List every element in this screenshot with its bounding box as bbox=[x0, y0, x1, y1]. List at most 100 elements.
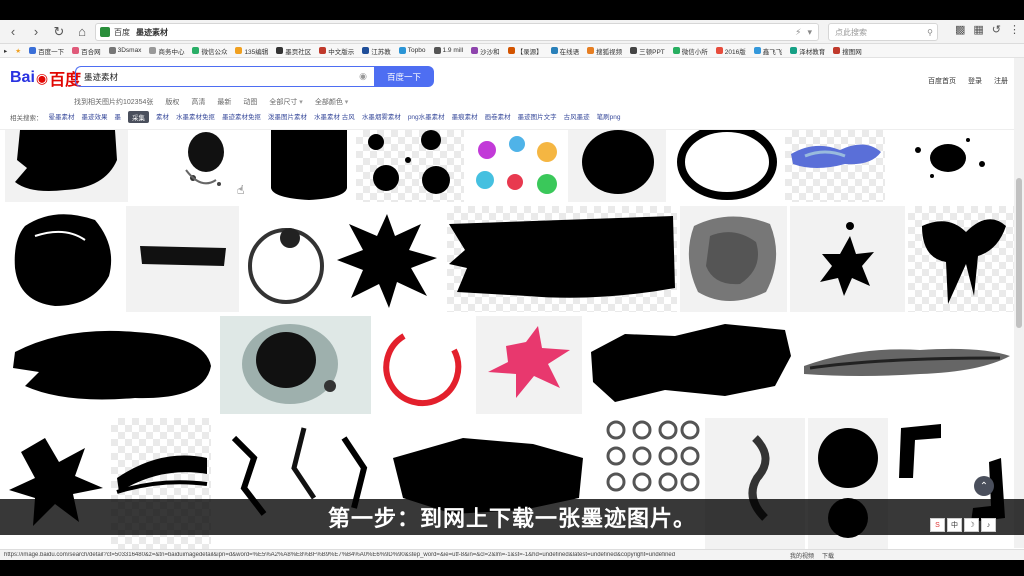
header-link-home[interactable]: 百度首页 bbox=[928, 76, 956, 86]
bookmark-item[interactable]: 1.9 mill bbox=[433, 46, 463, 56]
result-image[interactable] bbox=[242, 206, 328, 312]
bookmark-item[interactable]: 沙沙和 bbox=[471, 46, 500, 56]
bookmark-item[interactable]: Topbo bbox=[398, 46, 426, 56]
result-image[interactable] bbox=[467, 130, 565, 202]
status-download[interactable]: 下载 bbox=[822, 551, 834, 560]
result-image[interactable] bbox=[888, 130, 1014, 202]
bookmark-item[interactable]: 商务中心 bbox=[149, 46, 184, 56]
ime-sound-icon[interactable]: ♪ bbox=[981, 518, 996, 532]
result-image[interactable] bbox=[220, 316, 371, 414]
back-icon[interactable]: ‹ bbox=[3, 22, 23, 42]
lightning-icon[interactable]: ⚡ bbox=[795, 27, 801, 38]
bookmark-item[interactable]: 泽材教育 bbox=[790, 46, 825, 56]
search-input[interactable]: 墨迹素材 ◉ bbox=[75, 66, 375, 87]
bookmark-item[interactable]: 鑫飞飞 bbox=[753, 46, 782, 56]
filter-option[interactable]: 动图 bbox=[243, 97, 257, 107]
result-image[interactable] bbox=[568, 130, 666, 202]
collect-button[interactable]: 采集 bbox=[128, 111, 149, 123]
bookmark-item[interactable]: 搜狐视频 bbox=[587, 46, 622, 56]
result-image[interactable] bbox=[265, 130, 353, 202]
bookmark-item[interactable]: 2016版 bbox=[715, 46, 746, 56]
bookmark-item[interactable]: 微信公众 bbox=[192, 46, 227, 56]
related-search-link[interactable]: 墨迹效果 bbox=[82, 111, 108, 123]
search-button[interactable]: 百度一下 bbox=[374, 66, 434, 87]
bookmark-label: 百合网 bbox=[81, 48, 101, 56]
related-search-link[interactable]: png水墨素材 bbox=[408, 111, 445, 123]
bookmark-item[interactable]: 搜图网 bbox=[833, 46, 862, 56]
related-search-link[interactable]: 泼墨图片素材 bbox=[268, 111, 307, 123]
result-image[interactable] bbox=[5, 130, 128, 202]
filter-option[interactable]: 版权 bbox=[165, 97, 179, 107]
result-image[interactable] bbox=[356, 130, 464, 202]
page-tab-title: 墨迹素材 bbox=[136, 27, 168, 37]
back-to-top-button[interactable]: ⌃ bbox=[974, 476, 994, 496]
related-search-link[interactable]: 水墨素材 古风 bbox=[314, 111, 355, 123]
search-icon[interactable]: ⚲ bbox=[927, 28, 937, 37]
related-search-link[interactable]: 晕墨素材 bbox=[49, 111, 75, 123]
filter-dropdown[interactable]: 全部尺寸 bbox=[269, 97, 302, 107]
header-link-login[interactable]: 登录 bbox=[968, 76, 982, 86]
bookmark-item[interactable]: 墨页社区 bbox=[276, 46, 311, 56]
related-search-link[interactable]: 水墨烟雾素材 bbox=[362, 111, 401, 123]
bookmark-item[interactable]: 中文版示 bbox=[319, 46, 354, 56]
result-image[interactable] bbox=[908, 206, 1014, 312]
result-image[interactable] bbox=[374, 316, 473, 414]
sidebar-toggle-icon[interactable]: ▸ bbox=[4, 47, 7, 55]
result-image[interactable] bbox=[447, 206, 677, 312]
result-image[interactable] bbox=[785, 130, 885, 202]
extension-icon[interactable]: ▩ bbox=[955, 23, 965, 36]
bookmark-item[interactable]: 江苏教 bbox=[362, 46, 391, 56]
chevron-down-icon[interactable]: ▾ bbox=[807, 27, 812, 38]
bookmark-item[interactable]: 3Dsmax bbox=[108, 46, 141, 56]
logo-bai: Bai bbox=[10, 69, 35, 86]
result-image[interactable] bbox=[680, 206, 787, 312]
result-image[interactable] bbox=[476, 316, 582, 414]
result-image[interactable] bbox=[5, 316, 217, 414]
related-search-link[interactable]: 墨痕素材 bbox=[452, 111, 478, 123]
result-image[interactable] bbox=[800, 316, 1014, 414]
result-image[interactable] bbox=[585, 316, 797, 414]
related-search-link[interactable]: 水墨素材免抠 bbox=[176, 111, 215, 123]
bookmark-item[interactable]: 在线语 bbox=[550, 46, 579, 56]
page-scrollbar[interactable] bbox=[1014, 58, 1024, 548]
bookmark-favicon-icon bbox=[362, 47, 370, 54]
reload-icon[interactable]: ↻ bbox=[49, 22, 69, 42]
address-bar[interactable]: 百度 墨迹素材 ⚡ ▾ bbox=[95, 23, 819, 41]
baidu-logo[interactable]: Bai ◉ 百度 bbox=[10, 66, 81, 90]
scrollbar-thumb[interactable] bbox=[1016, 178, 1022, 328]
filter-option[interactable]: 最新 bbox=[217, 97, 231, 107]
bookmark-item[interactable]: 百合网 bbox=[72, 46, 101, 56]
browser-search-box[interactable]: 点此搜索 ⚲ bbox=[828, 23, 938, 41]
status-my-video[interactable]: 我的视频 bbox=[790, 551, 814, 560]
result-image[interactable] bbox=[669, 130, 782, 202]
related-search-link[interactable]: 画卷素材 bbox=[485, 111, 511, 123]
result-image[interactable] bbox=[5, 206, 123, 312]
ime-moon-icon[interactable]: ☽ bbox=[964, 518, 979, 532]
header-link-register[interactable]: 注册 bbox=[994, 76, 1008, 86]
result-image[interactable] bbox=[126, 206, 239, 312]
related-search-link[interactable]: 古风墨迹 bbox=[564, 111, 590, 123]
apps-grid-icon[interactable]: ▦ bbox=[973, 23, 983, 36]
forward-icon[interactable]: › bbox=[26, 22, 46, 42]
menu-icon[interactable]: ⋮ bbox=[1009, 23, 1020, 36]
result-image[interactable] bbox=[331, 206, 444, 312]
filter-dropdown[interactable]: 全部颜色 bbox=[315, 97, 348, 107]
related-search-link[interactable]: 墨迹素材免抠 bbox=[222, 111, 261, 123]
bookmark-item[interactable]: 【录源】 bbox=[507, 46, 543, 56]
ime-logo-icon[interactable]: S bbox=[930, 518, 945, 532]
related-search-link[interactable]: 笔刷png bbox=[597, 111, 621, 123]
related-search-link[interactable]: 墨迹图片文字 bbox=[518, 111, 557, 123]
undo-icon[interactable]: ↺ bbox=[992, 23, 1001, 36]
result-image[interactable] bbox=[790, 206, 905, 312]
bookmark-item[interactable]: 微信小所 bbox=[672, 46, 708, 56]
bookmark-item[interactable]: 三顿PPT bbox=[630, 46, 665, 56]
related-search-link[interactable]: 墨 bbox=[115, 111, 122, 123]
filter-option[interactable]: 高清 bbox=[191, 97, 205, 107]
home-icon[interactable]: ⌂ bbox=[72, 22, 92, 42]
camera-icon[interactable]: ◉ bbox=[359, 71, 375, 82]
bookmark-item[interactable]: 135编辑 bbox=[235, 46, 268, 56]
ime-mode-cn[interactable]: 中 bbox=[947, 518, 962, 532]
star-icon[interactable]: ★ bbox=[15, 47, 21, 55]
bookmark-item[interactable]: 百度一下 bbox=[29, 46, 64, 56]
related-search-link[interactable]: 素材 bbox=[156, 111, 169, 123]
